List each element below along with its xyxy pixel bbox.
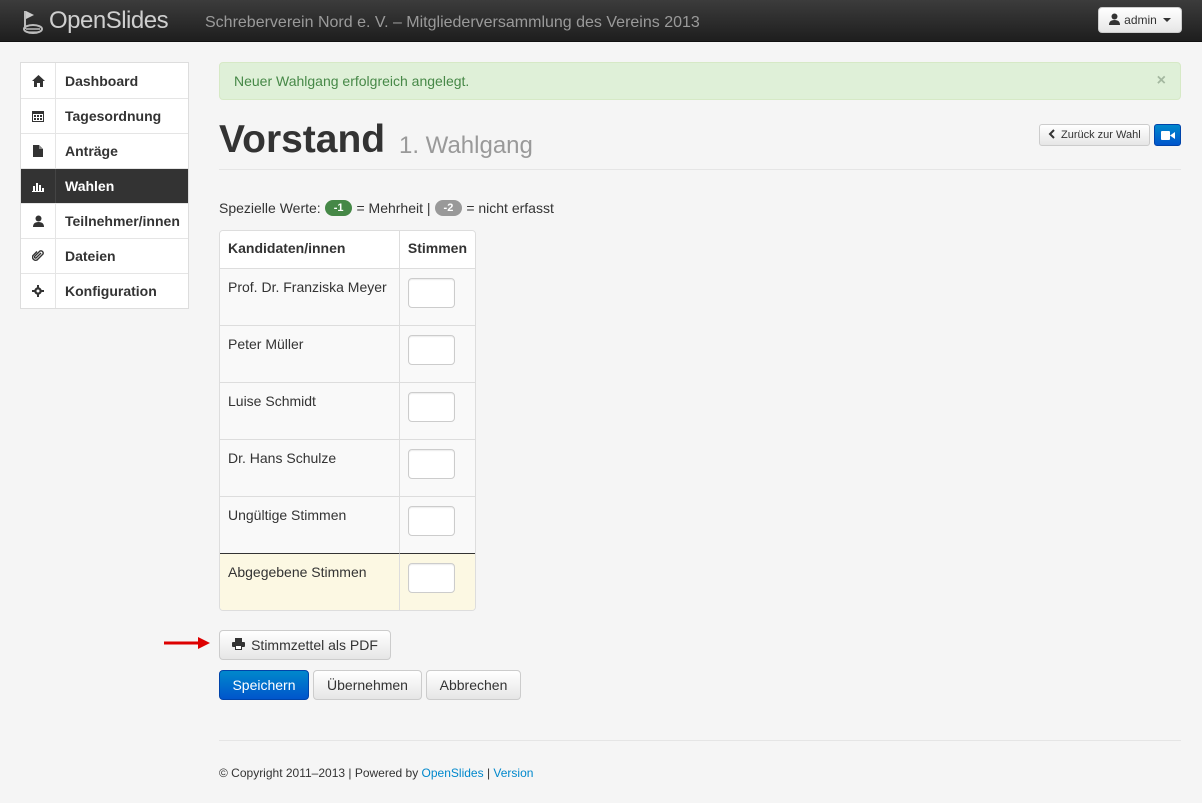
- sidebar-item-label: Dashboard: [65, 72, 139, 89]
- majority-badge: -1: [324, 200, 353, 216]
- votes-input[interactable]: [407, 392, 455, 422]
- ballot-pdf-button[interactable]: Stimmzettel als PDF: [219, 630, 391, 660]
- table-row: Prof. Dr. Franziska Meyer: [220, 268, 475, 325]
- sidebar-item-label: Anträge: [65, 143, 118, 159]
- home-icon: [21, 63, 56, 98]
- sidebar-item-label: Tagesordnung: [65, 108, 162, 124]
- print-icon: [232, 637, 246, 653]
- chevron-left-icon: [1048, 128, 1055, 142]
- table-row-invalid: Ungültige Stimmen: [220, 496, 475, 553]
- table-row: Dr. Hans Schulze: [220, 439, 475, 496]
- sidebar-item-dashboard[interactable]: Dashboard: [21, 63, 188, 98]
- sidebar-item-motions[interactable]: Anträge: [21, 133, 188, 168]
- special-values-label: Spezielle Werte:: [219, 200, 321, 216]
- brand[interactable]: OpenSlides: [22, 6, 169, 36]
- user-icon: [1109, 13, 1121, 28]
- sidebar-nav: Dashboard Tagesordnung Anträge Wahlen Te…: [20, 62, 189, 309]
- apply-button[interactable]: Übernehmen: [313, 670, 422, 700]
- not-recorded-text: = nicht erfasst: [466, 200, 554, 216]
- gear-icon: [21, 274, 56, 308]
- copyright-text: © Copyright 2011–2013 | Powered by: [219, 766, 419, 780]
- page-title: Vorstand: [219, 118, 386, 161]
- page-subtitle: 1. Wahlgang: [399, 132, 533, 159]
- back-to-election-button[interactable]: Zurück zur Wahl: [1039, 124, 1150, 146]
- top-navbar: OpenSlides Schreberverein Nord e. V. – M…: [0, 0, 1202, 42]
- total-votes-label: Abgegebene Stimmen: [220, 553, 399, 610]
- projector-button[interactable]: [1154, 124, 1181, 146]
- user-name: admin: [1124, 13, 1157, 27]
- sidebar-item-files[interactable]: Dateien: [21, 238, 188, 273]
- candidate-name: Peter Müller: [220, 325, 399, 382]
- sidebar-item-label: Wahlen: [65, 178, 115, 194]
- pdf-button-label: Stimmzettel als PDF: [251, 637, 378, 653]
- column-header-votes: Stimmen: [398, 231, 475, 268]
- sidebar-item-participants[interactable]: Teilnehmer/innen: [21, 203, 188, 238]
- bar-chart-icon: [21, 169, 56, 203]
- file-icon: [21, 134, 56, 168]
- total-votes-input[interactable]: [407, 563, 455, 593]
- table-row: Luise Schmidt: [220, 382, 475, 439]
- footer-separator: |: [486, 766, 491, 780]
- column-header-candidates: Kandidaten/innen: [220, 231, 399, 268]
- arrow-icon: [164, 637, 210, 649]
- cancel-button[interactable]: Abbrechen: [426, 670, 521, 700]
- table-row-total: Abgegebene Stimmen: [220, 553, 475, 610]
- not-recorded-badge: -2: [434, 200, 463, 216]
- chevron-down-icon: [1162, 18, 1171, 22]
- page-header: Vorstand 1. Wahlgang Zurück zur Wahl: [219, 112, 1181, 170]
- special-values-legend: Spezielle Werte: -1 = Mehrheit | -2 = ni…: [219, 200, 554, 216]
- table-row: Peter Müller: [220, 325, 475, 382]
- votes-input[interactable]: [407, 449, 455, 479]
- event-title: Schreberverein Nord e. V. – Mitgliederve…: [205, 14, 700, 31]
- back-button-label: Zurück zur Wahl: [1061, 129, 1141, 141]
- votes-input[interactable]: [407, 278, 455, 308]
- sidebar-item-elections[interactable]: Wahlen: [21, 168, 188, 203]
- sidebar-item-label: Dateien: [65, 248, 116, 264]
- calendar-icon: [21, 99, 56, 133]
- user-icon: [21, 204, 56, 238]
- votes-table: Kandidaten/innen Stimmen Prof. Dr. Franz…: [219, 230, 476, 611]
- footer: © Copyright 2011–2013 | Powered by OpenS…: [219, 740, 1181, 780]
- user-menu-button[interactable]: admin: [1098, 7, 1182, 33]
- version-link[interactable]: Version: [493, 766, 533, 780]
- candidate-name: Luise Schmidt: [220, 382, 399, 439]
- invalid-votes-label: Ungültige Stimmen: [220, 496, 399, 553]
- video-camera-icon: [1160, 127, 1175, 143]
- candidate-name: Dr. Hans Schulze: [220, 439, 399, 496]
- save-button[interactable]: Speichern: [219, 670, 309, 700]
- candidate-name: Prof. Dr. Franziska Meyer: [220, 268, 399, 325]
- votes-input[interactable]: [407, 335, 455, 365]
- sidebar-item-agenda[interactable]: Tagesordnung: [21, 98, 188, 133]
- sidebar-item-configuration[interactable]: Konfiguration: [21, 273, 188, 308]
- majority-text: = Mehrheit |: [356, 200, 431, 216]
- invalid-votes-input[interactable]: [407, 506, 455, 536]
- sidebar-item-label: Teilnehmer/innen: [65, 213, 180, 229]
- paperclip-icon: [21, 239, 56, 273]
- openslides-logo-icon: [22, 7, 44, 35]
- success-alert: Neuer Wahlgang erfolgreich angelegt. ×: [219, 62, 1181, 100]
- sidebar-item-label: Konfiguration: [65, 283, 157, 299]
- close-icon[interactable]: ×: [1157, 72, 1166, 90]
- brand-name: OpenSlides: [49, 7, 169, 34]
- openslides-link[interactable]: OpenSlides: [422, 766, 484, 780]
- alert-message: Neuer Wahlgang erfolgreich angelegt.: [234, 73, 470, 89]
